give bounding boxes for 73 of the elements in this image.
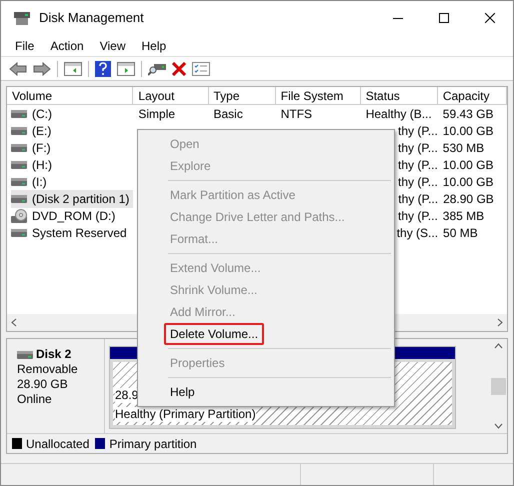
- scroll-down-icon[interactable]: [494, 423, 503, 429]
- partition-status: Healthy (Primary Partition): [115, 407, 256, 422]
- disk-name: Disk 2: [36, 347, 72, 362]
- forward-arrow-icon[interactable]: [33, 62, 51, 76]
- table-row[interactable]: (H:): [11, 156, 56, 174]
- scroll-thumb[interactable]: [491, 378, 506, 394]
- table-cell: 530 MB: [442, 140, 484, 154]
- table-cell-text: thy (P...: [398, 156, 438, 174]
- panel-icon[interactable]: [117, 62, 135, 76]
- table-row[interactable]: (E:): [11, 122, 56, 140]
- drive-icon: [11, 194, 27, 202]
- table-row[interactable]: (I:): [11, 172, 51, 190]
- drive-icon: [11, 144, 27, 152]
- disk-status: Online: [17, 392, 53, 407]
- table-cell-text: thy (P...: [398, 190, 438, 208]
- column-header[interactable]: Type: [208, 87, 276, 104]
- table-cell: 10.00 GB: [442, 174, 494, 188]
- table-cell: 385 MB: [442, 208, 484, 222]
- window-title: Disk Management: [39, 9, 144, 28]
- back-arrow-icon[interactable]: [9, 62, 27, 76]
- table-row[interactable]: (Disk 2 partition 1): [11, 190, 134, 208]
- table-cell: Simple: [138, 106, 176, 120]
- maximize-icon: [439, 13, 449, 23]
- drive-icon: [11, 110, 27, 118]
- table-cell: 10.00 GB: [442, 124, 494, 138]
- column-header[interactable]: Layout: [133, 87, 209, 104]
- scroll-right-icon[interactable]: [497, 318, 503, 327]
- column-header[interactable]: Volume: [7, 87, 134, 104]
- delete-icon[interactable]: [172, 62, 186, 76]
- partition-size: 28.9: [115, 388, 138, 403]
- table-row[interactable]: DVD_ROM (D:): [11, 206, 120, 224]
- table-cell: 28.90 GB: [443, 192, 494, 206]
- drive-icon: [11, 126, 27, 134]
- legend-label: Primary partition: [109, 436, 197, 452]
- disk-size: 28.90 GB: [17, 377, 69, 392]
- table-cell-text: thy (P...: [398, 208, 438, 224]
- table-cell: 59.43 GB: [442, 106, 494, 120]
- menu-item[interactable]: File: [9, 36, 40, 54]
- scroll-left-icon[interactable]: [11, 318, 17, 327]
- table-cell: NTFS: [280, 106, 312, 120]
- table-cell-text: thy (S...: [396, 224, 438, 242]
- panel-icon[interactable]: [64, 62, 82, 76]
- table-cell-text: thy (P...: [398, 122, 438, 140]
- table-row[interactable]: (C:): [11, 104, 56, 122]
- drive-icon: [11, 178, 27, 186]
- menu-item[interactable]: Delete Volume...: [164, 323, 264, 345]
- disk-management-icon: [13, 10, 31, 26]
- column-header[interactable]: File System: [276, 87, 361, 104]
- table-cell-text: thy (P...: [398, 140, 438, 156]
- column-header[interactable]: Status: [360, 87, 438, 104]
- help-icon[interactable]: [95, 60, 111, 76]
- menu-item[interactable]: Help: [136, 36, 172, 54]
- drive-icon: [11, 160, 27, 168]
- vertical-scrollbar[interactable]: [490, 339, 507, 433]
- close-icon: [485, 13, 495, 23]
- table-cell-text: Healthy (B...: [366, 106, 432, 122]
- menu-item[interactable]: View: [94, 36, 132, 54]
- menu-item[interactable]: Action: [44, 36, 90, 54]
- disk-type: Removable: [17, 362, 79, 377]
- checklist-icon[interactable]: [192, 62, 210, 76]
- table-cell: 10.00 GB: [442, 158, 494, 172]
- optical-drive-icon: [11, 208, 27, 222]
- legend-label: Unallocated: [26, 436, 90, 452]
- drive-search-icon[interactable]: [148, 62, 166, 76]
- scroll-up-icon[interactable]: [494, 343, 503, 349]
- table-row[interactable]: System Reserved: [11, 224, 131, 242]
- menu-item[interactable]: Help: [164, 381, 201, 403]
- table-cell: 50 MB: [443, 226, 478, 240]
- drive-icon: [11, 228, 27, 236]
- table-cell-text: thy (P...: [398, 174, 438, 190]
- column-header[interactable]: Capacity: [438, 87, 508, 104]
- table-cell: Basic: [214, 106, 243, 120]
- table-row[interactable]: (F:): [11, 138, 55, 156]
